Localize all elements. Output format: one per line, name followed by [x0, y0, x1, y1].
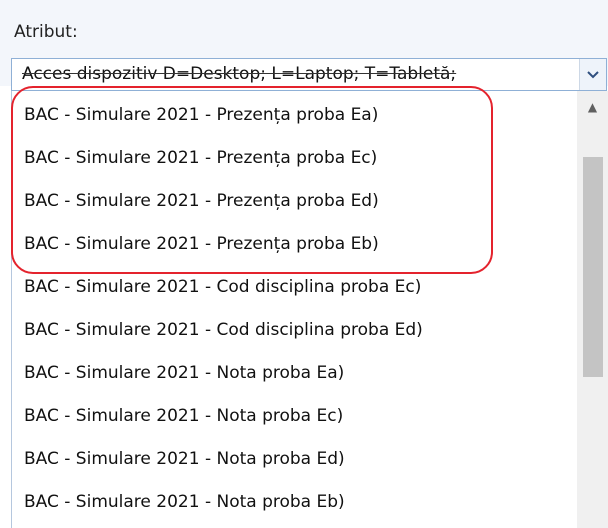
dropdown-option[interactable]: BAC - Simulare 2021 - Nota proba Eb)	[24, 492, 345, 512]
dropdown-option[interactable]: BAC - Simulare 2021 - Prezența proba Ea)	[24, 105, 378, 125]
dropdown-option[interactable]: BAC - Simulare 2021 - Prezența proba Ec)	[24, 148, 377, 168]
combobox-selected-value: Acces dispozitiv D=Desktop; L=Laptop; T=…	[22, 64, 457, 84]
attribute-label: Atribut:	[14, 22, 78, 42]
dropdown-option[interactable]: BAC - Simulare 2021 - Nota proba Ec)	[24, 406, 343, 426]
dropdown-option[interactable]: BAC - Simulare 2021 - Nota proba Ed)	[24, 449, 345, 469]
attribute-combobox[interactable]: Acces dispozitiv D=Desktop; L=Laptop; T=…	[11, 58, 607, 91]
dropdown-option[interactable]: BAC - Simulare 2021 - Nota proba Ea)	[24, 363, 344, 383]
scroll-up-arrow-icon[interactable]: ▲	[577, 91, 608, 123]
dropdown-option[interactable]: BAC - Simulare 2021 - Prezența proba Ed)	[24, 191, 379, 211]
dropdown-option[interactable]: BAC - Simulare 2021 - Cod disciplina pro…	[24, 320, 423, 340]
dropdown-option[interactable]: BAC - Simulare 2021 - Prezența proba Eb)	[24, 234, 379, 254]
dropdown-option[interactable]: BAC - Simulare 2021 - Cod disciplina pro…	[24, 277, 421, 297]
dropdown-scrollbar[interactable]: ▲	[577, 91, 608, 528]
scroll-thumb[interactable]	[583, 157, 603, 377]
chevron-down-icon[interactable]	[579, 59, 606, 90]
dropdown-list: BAC - Simulare 2021 - Prezența proba Ea)…	[11, 91, 608, 528]
